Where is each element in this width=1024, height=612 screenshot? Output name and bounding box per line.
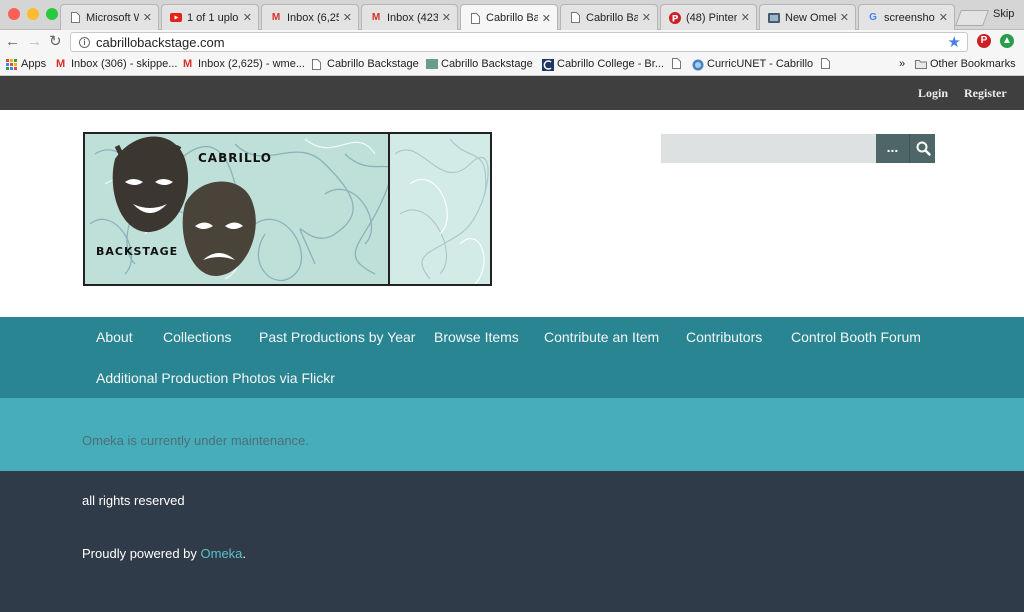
pinterest-icon: P <box>669 11 681 24</box>
nav-contribute-item[interactable]: Contribute an Item <box>544 329 659 345</box>
nav-browse-items[interactable]: Browse Items <box>434 329 519 345</box>
back-arrow-icon[interactable]: ← <box>5 33 20 51</box>
logo-pattern-panel <box>390 134 490 284</box>
footer-powered-by: Proudly powered by Omeka. <box>82 546 247 561</box>
extension-icon[interactable]: ▲ <box>1000 34 1014 48</box>
page-icon <box>569 12 581 24</box>
image-icon <box>426 58 438 70</box>
zoom-window-button[interactable] <box>46 8 58 20</box>
logo-text-backstage: BACKSTAGE <box>96 245 179 258</box>
omeka-link[interactable]: Omeka <box>201 546 243 561</box>
minimize-window-button[interactable] <box>27 8 39 20</box>
close-tab-icon[interactable]: ✕ <box>343 11 352 24</box>
close-tab-icon[interactable]: ✕ <box>642 11 651 24</box>
youtube-icon <box>170 12 182 24</box>
page-icon <box>469 12 481 24</box>
bookmark-item[interactable] <box>821 58 836 69</box>
svg-text:P: P <box>672 14 679 24</box>
globe-icon <box>692 59 704 70</box>
bookmark-item[interactable]: M Inbox (2,625) - wme... <box>183 58 305 70</box>
browser-tab-active[interactable]: Cabrillo Bac ✕ <box>460 4 558 31</box>
browser-tab[interactable]: M Inbox (423) ✕ <box>361 4 458 30</box>
primary-nav: About Collections Past Productions by Ye… <box>0 317 1024 398</box>
browser-tab[interactable]: New Omeka ✕ <box>759 4 856 30</box>
advanced-search-button[interactable]: ... <box>876 134 909 163</box>
tragedy-mask-icon <box>182 181 256 277</box>
maintenance-message: Omeka is currently under maintenance. <box>82 433 309 448</box>
nav-past-productions[interactable]: Past Productions by Year <box>259 329 415 345</box>
bookmark-item[interactable]: Cabrillo Backstage <box>312 58 419 70</box>
browser-tab-strip: Microsoft W ✕ 1 of 1 uploa ✕ M Inbox (6,… <box>0 0 1024 31</box>
omeka-icon <box>768 12 780 24</box>
nav-control-booth-forum[interactable]: Control Booth Forum <box>791 329 921 345</box>
window-controls <box>8 8 58 20</box>
login-link[interactable]: Login <box>918 86 948 101</box>
browser-tab[interactable]: Microsoft W ✕ <box>60 4 159 30</box>
bookmark-item[interactable]: Cabrillo College - Br... <box>542 58 664 71</box>
nav-collections[interactable]: Collections <box>163 329 231 345</box>
new-tab-button[interactable] <box>955 10 989 26</box>
address-bar[interactable]: i cabrillobackstage.com ★ <box>70 32 968 52</box>
site-logo[interactable]: CABRILLO BACKSTAGE <box>83 132 492 286</box>
folder-icon <box>915 59 927 70</box>
close-tab-icon[interactable]: ✕ <box>542 12 551 25</box>
search-icon <box>916 141 931 156</box>
nav-flickr-photos[interactable]: Additional Production Photos via Flickr <box>96 370 335 386</box>
bookmark-apps[interactable]: Apps <box>6 58 46 70</box>
page-icon <box>672 58 683 69</box>
close-tab-icon[interactable]: ✕ <box>939 11 948 24</box>
gmail-icon: M <box>56 57 66 70</box>
browser-tab[interactable]: P (48) Pintere ✕ <box>660 4 757 30</box>
close-tab-icon[interactable]: ✕ <box>243 11 252 24</box>
close-tab-icon[interactable]: ✕ <box>741 11 750 24</box>
pinterest-extension-icon[interactable]: P <box>977 34 991 48</box>
cabrillo-icon <box>542 58 554 71</box>
gmail-icon: M <box>183 57 193 70</box>
close-tab-icon[interactable]: ✕ <box>143 11 152 24</box>
search-form: ... <box>661 134 935 163</box>
google-icon: G <box>869 12 877 23</box>
page-icon <box>821 58 832 69</box>
browser-tab[interactable]: M Inbox (6,25 ✕ <box>261 4 359 30</box>
info-icon[interactable]: i <box>79 36 90 48</box>
bookmarks-bar: Apps M Inbox (306) - skippe... M Inbox (… <box>0 54 1024 76</box>
page-icon <box>312 58 323 70</box>
close-tab-icon[interactable]: ✕ <box>442 11 451 24</box>
bookmarks-overflow-chevron-icon[interactable]: » <box>899 58 905 70</box>
comedy-mask-icon <box>112 136 189 233</box>
bookmark-item[interactable]: CurricUNET - Cabrillo <box>692 58 813 70</box>
skip-label[interactable]: Skip <box>993 8 1014 20</box>
nav-contributors[interactable]: Contributors <box>686 329 762 345</box>
url-text[interactable]: cabrillobackstage.com <box>96 35 225 50</box>
other-bookmarks[interactable]: Other Bookmarks <box>915 58 1016 70</box>
maintenance-notice: Omeka is currently under maintenance. <box>0 398 1024 471</box>
forward-arrow-icon[interactable]: → <box>27 33 42 51</box>
browser-tab[interactable]: G screenshot ✕ <box>858 4 955 30</box>
bookmark-star-icon[interactable]: ★ <box>948 33 961 51</box>
gmail-icon: M <box>371 12 381 23</box>
page-icon <box>69 12 81 24</box>
site-header: CABRILLO BACKSTAGE ... <box>0 110 1024 317</box>
browser-toolbar: ← → ↻ i cabrillobackstage.com ★ <box>0 30 1024 54</box>
logo-text-cabrillo: CABRILLO <box>198 151 273 165</box>
gmail-icon: M <box>271 12 281 23</box>
bookmark-item[interactable]: Cabrillo Backstage <box>426 58 533 70</box>
site-footer: all rights reserved Proudly powered by O… <box>0 471 1024 612</box>
nav-about[interactable]: About <box>96 329 133 345</box>
search-input[interactable] <box>661 134 876 163</box>
bookmark-item[interactable] <box>672 58 687 69</box>
close-tab-icon[interactable]: ✕ <box>840 11 849 24</box>
browser-tab[interactable]: 1 of 1 uploa ✕ <box>161 4 259 30</box>
search-button[interactable] <box>909 134 935 163</box>
reload-icon[interactable]: ↻ <box>49 33 62 51</box>
footer-rights: all rights reserved <box>82 493 185 508</box>
bookmark-item[interactable]: M Inbox (306) - skippe... <box>56 58 177 70</box>
browser-tab[interactable]: Cabrillo Bac ✕ <box>560 4 658 30</box>
site-top-bar: Login Register <box>0 76 1024 110</box>
apps-grid-icon <box>6 58 17 70</box>
close-window-button[interactable] <box>8 8 20 20</box>
register-link[interactable]: Register <box>964 86 1007 101</box>
